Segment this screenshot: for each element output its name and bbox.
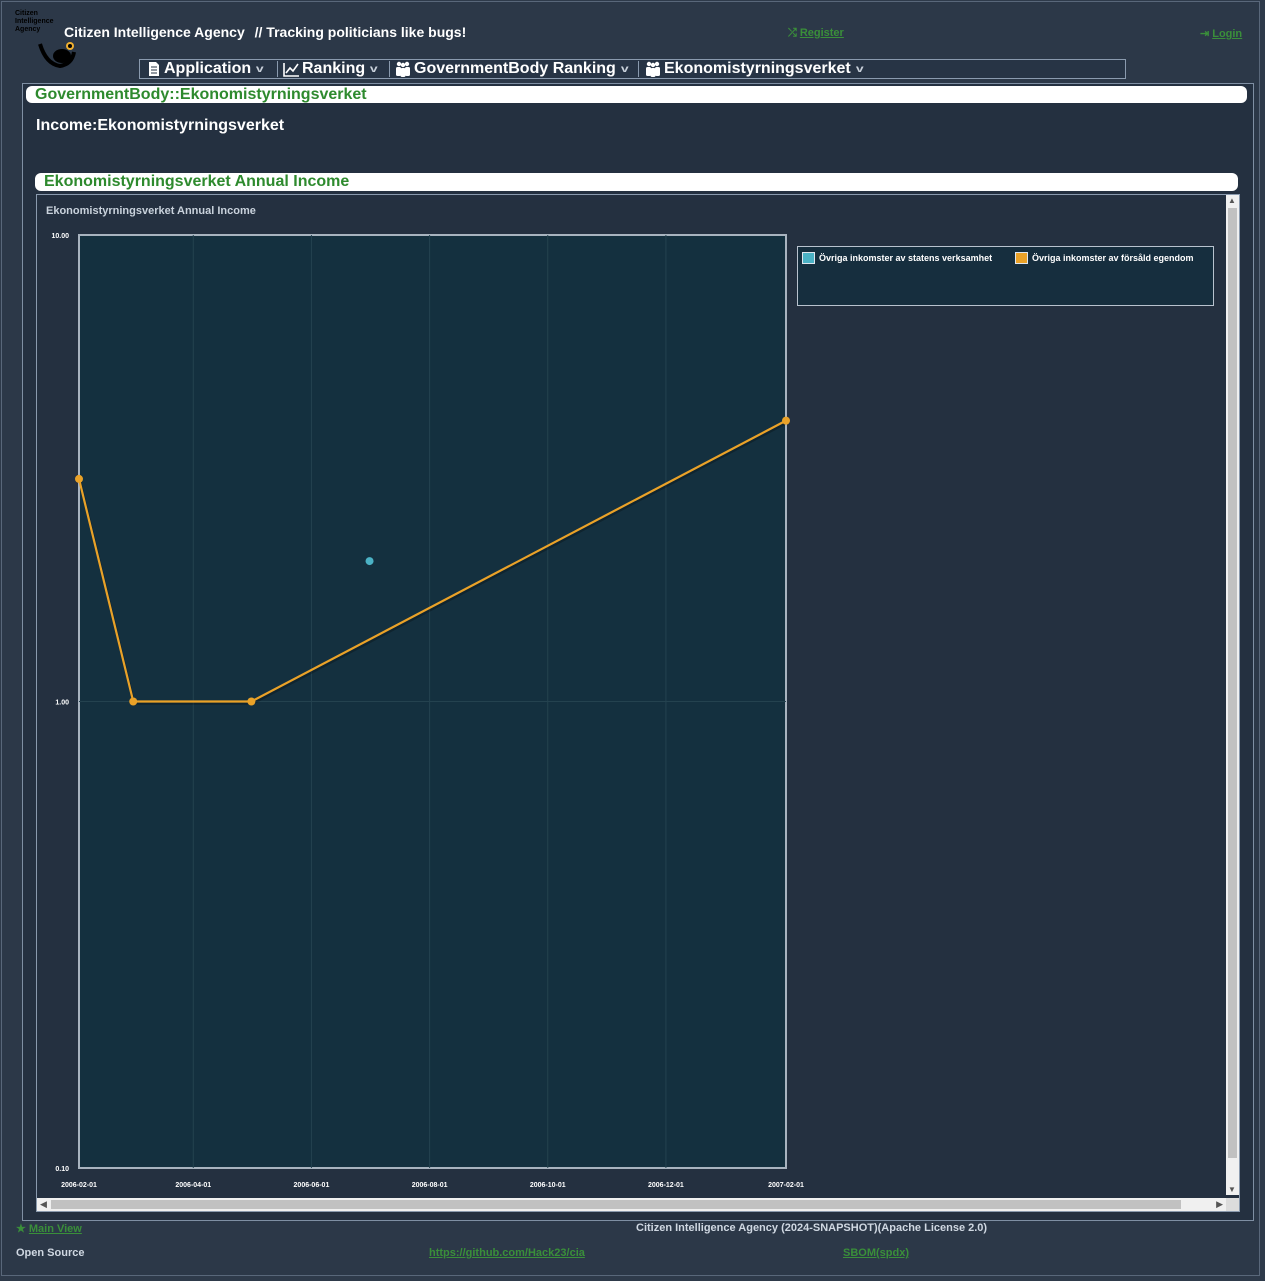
star-icon: ★ xyxy=(16,1223,26,1235)
menu-item-application[interactable]: Application v xyxy=(148,60,264,78)
legend-item-forsald-egendom[interactable]: Övriga inkomster av försåld egendom xyxy=(1015,252,1194,264)
income-title: Income:Ekonomistyrningsverket xyxy=(36,117,285,134)
menu-divider xyxy=(277,61,278,77)
vertical-scrollbar[interactable]: ▲ ▼ xyxy=(1226,195,1239,1195)
menu-label-ranking: Ranking xyxy=(302,60,366,77)
sign-in-icon: ⇥ xyxy=(1200,28,1210,40)
menu-label-governmentbody-ranking: GovernmentBody Ranking xyxy=(414,60,616,77)
y-tick-label: 1.00 xyxy=(55,700,69,707)
scroll-right-icon[interactable]: ▶ xyxy=(1216,1199,1223,1210)
vertical-scroll-thumb[interactable] xyxy=(1228,208,1237,1158)
menu-item-governmentbody-ranking[interactable]: GovernmentBody Ranking v xyxy=(394,60,629,78)
site-title: Citizen Intelligence Agency xyxy=(64,24,245,40)
version-text: Citizen Intelligence Agency (2024-SNAPSH… xyxy=(636,1222,988,1234)
github-link[interactable]: https://github.com/Hack23/cia xyxy=(429,1247,585,1259)
legend-item-statens-verksamhet[interactable]: Övriga inkomster av statens verksamhet xyxy=(802,252,992,264)
login-link[interactable]: ⇥ Login xyxy=(1200,27,1242,40)
menu-item-ekonomistyrningsverket[interactable]: Ekonomistyrningsverket v xyxy=(644,60,864,78)
chevron-down-icon: v xyxy=(855,63,864,75)
login-label: Login xyxy=(1212,28,1243,40)
chart-title: Ekonomistyrningsverket Annual Income xyxy=(46,205,256,217)
main-view-link[interactable]: ★ Main View xyxy=(16,1222,82,1235)
group-icon xyxy=(646,61,660,77)
chevron-down-icon: v xyxy=(620,63,629,75)
y-tick-label: 0.10 xyxy=(55,1166,69,1173)
chevron-down-icon: v xyxy=(370,63,378,75)
data-point xyxy=(129,697,138,706)
line-chart-icon xyxy=(283,62,299,77)
site-tagline: // Tracking politicians like bugs! xyxy=(254,24,467,40)
horizontal-scrollbar[interactable]: ◀ ▶ xyxy=(37,1198,1226,1211)
x-tick-label: 2007-02-01 xyxy=(768,1182,804,1189)
x-tick-label: 2006-08-01 xyxy=(412,1182,448,1189)
logo-text: Citizen Intelligence Agency xyxy=(15,10,54,33)
data-point xyxy=(75,474,83,483)
chart-panel-title-text: Ekonomistyrningsverket Annual Income xyxy=(44,173,350,190)
scroll-up-icon[interactable]: ▲ xyxy=(1228,196,1236,205)
open-source-label: Open Source xyxy=(16,1247,85,1259)
site-header-title: Citizen Intelligence Agency // Tracking … xyxy=(64,24,466,40)
scrollbar-corner xyxy=(1226,1198,1239,1211)
scroll-down-icon[interactable]: ▼ xyxy=(1228,1185,1236,1194)
document-icon xyxy=(149,62,159,76)
x-tick-label: 2006-06-01 xyxy=(294,1182,330,1189)
register-label: Register xyxy=(799,27,844,39)
menu-label-application: Application xyxy=(164,60,252,77)
legend-swatch-blue xyxy=(802,252,815,264)
panel-title: GovernmentBody::Ekonomistyrningsverket xyxy=(26,86,1247,103)
main-view-label: Main View xyxy=(28,1223,82,1235)
menu-item-ranking[interactable]: Ranking v xyxy=(283,60,378,78)
register-link[interactable]: ⤮ Register xyxy=(788,27,844,40)
x-tick-label: 2006-12-01 xyxy=(648,1182,684,1189)
income-chart: Ekonomistyrningsverket Annual Income 2006… xyxy=(46,205,804,1189)
x-tick-label: 2006-02-01 xyxy=(61,1182,97,1189)
legend-label-forsald-egendom: Övriga inkomster av försåld egendom xyxy=(1032,253,1194,263)
x-tick-label: 2006-10-01 xyxy=(530,1182,566,1189)
chevron-down-icon: v xyxy=(255,63,264,75)
data-point xyxy=(782,416,790,425)
chart-panel-title: Ekonomistyrningsverket Annual Income xyxy=(35,173,1238,191)
sbom-link[interactable]: SBOM(spdx) xyxy=(843,1247,909,1259)
chart-legend: Övriga inkomster av statens verksamhet Ö… xyxy=(797,246,1214,306)
data-point xyxy=(247,697,256,706)
chart-container: Ekonomistyrningsverket Annual Income 2006… xyxy=(36,194,1240,1212)
legend-label-statens-verksamhet: Övriga inkomster av statens verksamhet xyxy=(819,253,993,263)
horizontal-scroll-thumb[interactable] xyxy=(51,1200,1181,1209)
shuffle-icon: ⤮ xyxy=(788,27,797,39)
group-icon xyxy=(396,61,410,77)
main-menu-bar: Application v Ranking v GovernmentBody R… xyxy=(139,59,1126,79)
bug-logo-icon xyxy=(38,42,76,69)
legend-swatch-orange xyxy=(1015,252,1028,264)
y-tick-label: 10.00 xyxy=(51,233,69,240)
menu-divider xyxy=(389,61,390,77)
menu-divider xyxy=(638,61,639,77)
data-point xyxy=(365,557,374,566)
x-tick-label: 2006-04-01 xyxy=(175,1182,211,1189)
scroll-left-icon[interactable]: ◀ xyxy=(40,1199,47,1210)
menu-label-ekonomistyrningsverket: Ekonomistyrningsverket xyxy=(664,60,851,77)
panel-title-text: GovernmentBody::Ekonomistyrningsverket xyxy=(35,85,367,103)
